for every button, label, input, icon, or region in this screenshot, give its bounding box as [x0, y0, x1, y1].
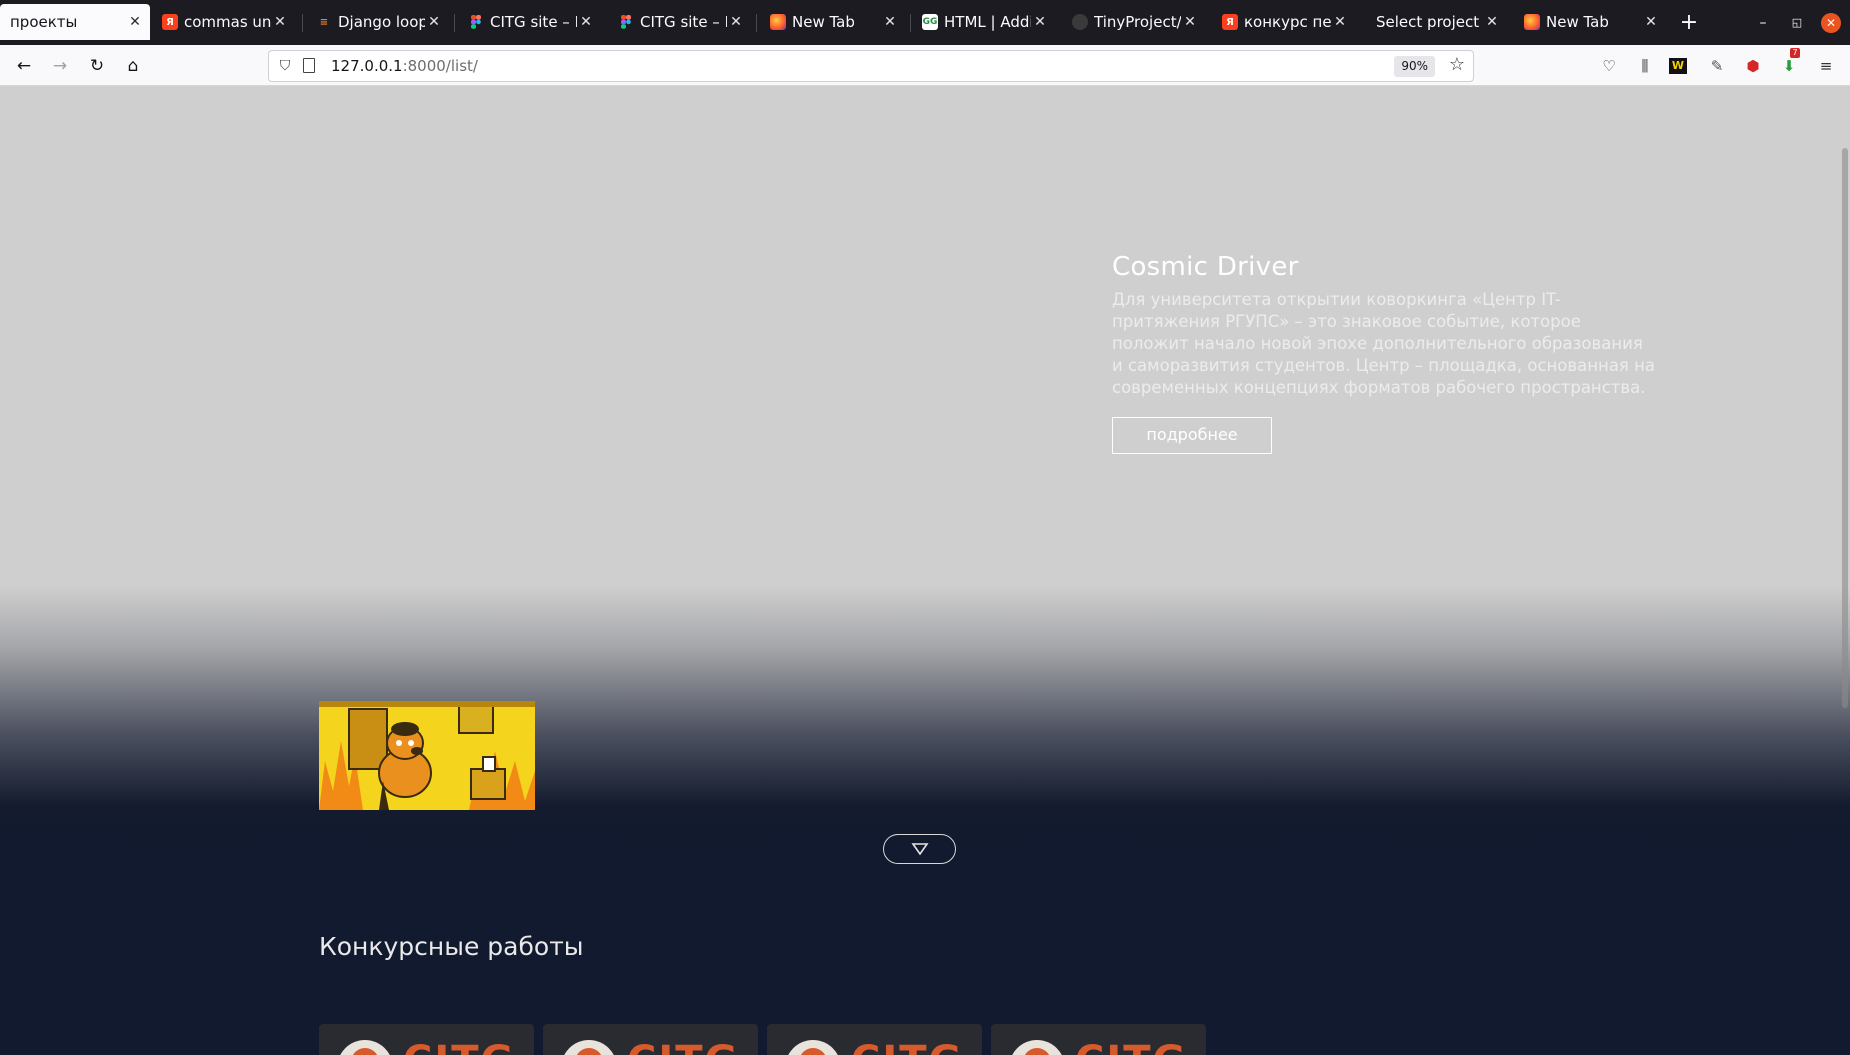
pocket-icon[interactable]: ♡ — [1597, 54, 1621, 78]
card-logo-text: CITG — [851, 1038, 963, 1055]
scroll-down-button[interactable] — [883, 834, 956, 864]
tab-title: TinyProject/cu — [1094, 13, 1181, 31]
tab-title: проекты — [10, 13, 78, 31]
scrollbar-thumb[interactable] — [1842, 148, 1848, 708]
project-card[interactable]: CITG — [991, 1024, 1206, 1055]
tab-commas[interactable]: Я commas until l ✕ — [152, 4, 295, 40]
tracking-shield-icon[interactable]: ⛉ — [275, 56, 295, 76]
url-path: :8000/list/ — [402, 57, 478, 75]
tab-close-icon[interactable]: ✕ — [425, 14, 443, 30]
citg-logo-icon — [1009, 1040, 1065, 1055]
tab-new-2[interactable]: New Tab ✕ — [1514, 4, 1666, 40]
project-card[interactable]: CITG — [319, 1024, 534, 1055]
library-icon[interactable]: ⫼ — [1633, 54, 1657, 78]
firefox-icon — [770, 14, 786, 30]
tab-django-loop[interactable]: ≡ Django loop – ✕ — [306, 4, 449, 40]
tab-close-icon[interactable]: ✕ — [577, 14, 595, 30]
url-text[interactable]: 127.0.0.1:8000/list/ — [331, 57, 478, 75]
page-info-icon[interactable] — [303, 58, 315, 73]
figma-icon — [618, 14, 634, 30]
stackoverflow-icon: ≡ — [319, 16, 329, 28]
reload-button[interactable]: ↻ — [84, 53, 110, 79]
citg-logo-icon — [561, 1040, 617, 1055]
section-title: Конкурсные работы — [319, 932, 584, 961]
tab-title: Django loop – — [338, 13, 425, 31]
tab-title: CITG site – Fig — [490, 13, 577, 31]
project-card[interactable]: CITG — [543, 1024, 758, 1055]
restore-button[interactable]: ◱ — [1784, 10, 1810, 36]
bookmark-star-icon[interactable]: ☆ — [1449, 54, 1465, 75]
citg-logo-icon — [337, 1040, 393, 1055]
tab-close-icon[interactable]: ✕ — [1331, 14, 1349, 30]
tab-konkurs[interactable]: Я конкурс перез ✕ — [1212, 4, 1355, 40]
minimize-button[interactable]: – — [1750, 10, 1776, 36]
back-button[interactable]: ← — [11, 53, 37, 79]
hero-description: Для университета открытии коворкинга «Це… — [1112, 290, 1655, 397]
tab-close-icon[interactable]: ✕ — [1483, 14, 1501, 30]
tab-separator — [910, 14, 911, 32]
tab-html-adding[interactable]: GG HTML | Adding ✕ — [912, 4, 1055, 40]
tab-select-project[interactable]: Select project to ✕ — [1362, 4, 1507, 40]
chevron-down-icon — [911, 843, 929, 856]
menu-icon[interactable]: ≡ — [1814, 54, 1838, 78]
tab-citg-figma-1[interactable]: CITG site – Fig ✕ — [458, 4, 601, 40]
tab-projects[interactable]: проекты ✕ — [0, 4, 150, 40]
card-logo-text: CITG — [627, 1038, 739, 1055]
tab-close-icon[interactable]: ✕ — [126, 14, 144, 30]
navigation-toolbar: ← → ↻ ⌂ ⛉ 127.0.0.1:8000/list/ 90% ☆ ♡ ⫼… — [0, 45, 1850, 86]
card-logo-text: CITG — [403, 1038, 515, 1055]
tab-title: commas until l — [184, 13, 271, 31]
tab-close-icon[interactable]: ✕ — [881, 14, 899, 30]
tab-title: CITG site – Fig — [640, 13, 727, 31]
yandex-icon: Я — [1222, 14, 1238, 30]
page-scrollbar[interactable] — [1838, 86, 1850, 1055]
tab-close-icon[interactable]: ✕ — [1642, 14, 1660, 30]
figma-icon — [468, 14, 484, 30]
eyedropper-icon[interactable]: ✎ — [1705, 54, 1729, 78]
adblock-icon[interactable]: ⬢ — [1741, 54, 1765, 78]
tab-separator — [302, 14, 303, 32]
download-extension-icon[interactable]: ⬇ 7 — [1777, 48, 1801, 78]
address-bar[interactable]: ⛉ 127.0.0.1:8000/list/ 90% ☆ — [268, 50, 1474, 82]
forward-button[interactable]: → — [47, 53, 73, 79]
tab-close-icon[interactable]: ✕ — [271, 14, 289, 30]
new-tab-button[interactable]: + — [1676, 10, 1702, 36]
extension-badge: 7 — [1790, 48, 1800, 58]
citg-logo-icon — [785, 1040, 841, 1055]
hero-title: Cosmic Driver — [1112, 252, 1299, 282]
close-window-button[interactable]: ✕ — [1821, 13, 1841, 33]
tab-separator — [454, 14, 455, 32]
zoom-level-button[interactable]: 90% — [1394, 56, 1435, 77]
tab-title: конкурс перез — [1244, 13, 1331, 31]
tab-title: New Tab — [792, 13, 855, 31]
tab-title: New Tab — [1546, 13, 1609, 31]
tab-close-icon[interactable]: ✕ — [1181, 14, 1199, 30]
firefox-icon — [1524, 14, 1540, 30]
gfg-icon: GG — [922, 14, 938, 30]
tab-tinyproject[interactable]: TinyProject/cu ✕ — [1062, 4, 1205, 40]
yandex-icon: Я — [162, 14, 178, 30]
tab-close-icon[interactable]: ✕ — [1031, 14, 1049, 30]
extension-icon[interactable]: W — [1669, 58, 1687, 74]
tab-strip: проекты ✕ Я commas until l ✕ ≡ Django lo… — [0, 0, 1850, 45]
project-image[interactable] — [319, 701, 535, 810]
more-button[interactable]: подробнее — [1112, 417, 1272, 454]
card-logo-text: CITG — [1075, 1038, 1187, 1055]
tab-title: HTML | Adding — [944, 13, 1031, 31]
tab-close-icon[interactable]: ✕ — [727, 14, 745, 30]
page-viewport: Cosmic Driver Для университета открытии … — [0, 86, 1850, 1055]
tab-new-1[interactable]: New Tab ✕ — [760, 4, 905, 40]
home-button[interactable]: ⌂ — [120, 53, 146, 79]
tab-title: Select project to — [1376, 13, 1483, 31]
project-card[interactable]: CITG — [767, 1024, 982, 1055]
tab-citg-figma-2[interactable]: CITG site – Fig ✕ — [608, 4, 751, 40]
tab-separator — [756, 14, 757, 32]
url-host: 127.0.0.1 — [331, 57, 403, 75]
github-icon — [1072, 14, 1088, 30]
